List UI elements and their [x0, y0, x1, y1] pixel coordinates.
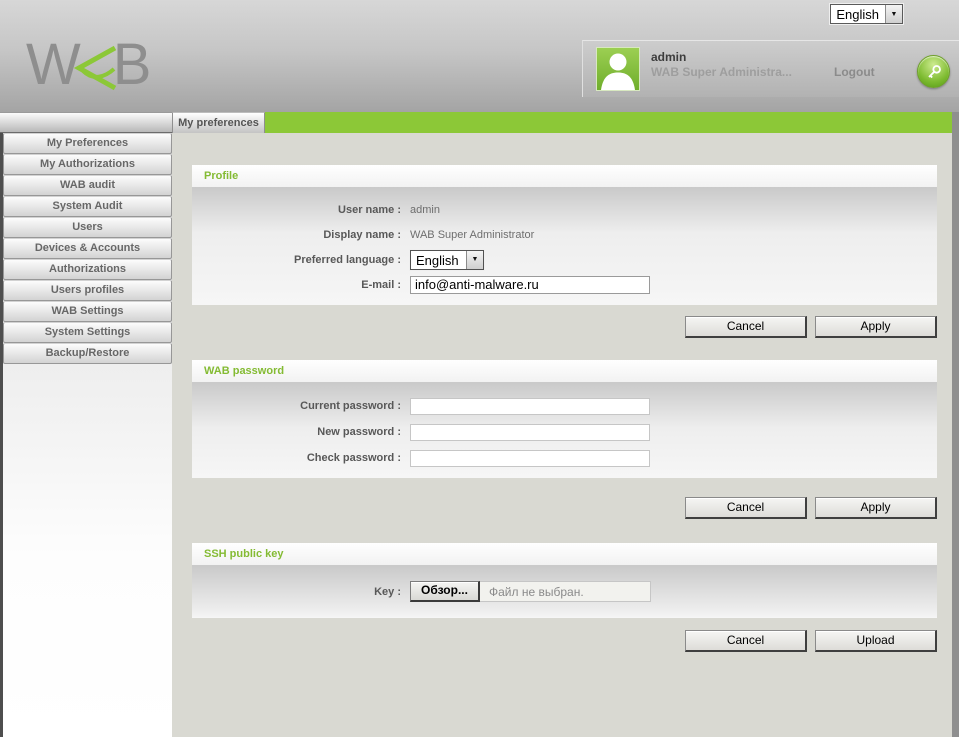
wab-password-section: WAB password Current password : New pass…	[192, 360, 937, 478]
user-name-value: admin	[410, 203, 440, 216]
logout-link[interactable]: Logout	[834, 65, 875, 79]
sidebar-item-wab-audit[interactable]: WAB audit	[3, 175, 172, 196]
user-panel: admin WAB Super Administra... Logout	[582, 40, 959, 97]
tab-bar: My preferences	[0, 112, 959, 133]
wab-password-section-title: WAB password	[192, 360, 937, 382]
key-button[interactable]	[917, 55, 950, 88]
key-icon	[927, 64, 941, 78]
wab-logo: W B	[26, 32, 152, 97]
profile-apply-button[interactable]: Apply	[815, 316, 937, 338]
preferred-language-label: Preferred language :	[294, 253, 401, 266]
display-name-value: WAB Super Administrator	[410, 228, 535, 241]
sidebar-item-my-preferences[interactable]: My Preferences	[3, 133, 172, 154]
dropdown-arrow-icon[interactable]: ▼	[466, 250, 483, 269]
check-password-label: Check password :	[306, 452, 401, 464]
tab-my-preferences[interactable]: My preferences	[172, 112, 265, 133]
password-cancel-button[interactable]: Cancel	[685, 497, 807, 519]
main-content: Profile User name : admin Display name :…	[172, 133, 952, 737]
preferred-language-select[interactable]: English ▼	[409, 248, 485, 271]
ssh-upload-button[interactable]: Upload	[815, 630, 937, 652]
user-role: WAB Super Administra...	[651, 65, 792, 79]
ssh-key-file-input[interactable]: Обзор... Файл не выбран.	[410, 580, 651, 602]
right-edge-strip	[952, 112, 959, 133]
language-select[interactable]: English ▼	[829, 3, 904, 25]
page-header: English ▼ W B admin WAB Super Administra…	[0, 0, 959, 112]
sidebar-item-wab-settings[interactable]: WAB Settings	[3, 301, 172, 322]
email-input[interactable]	[410, 275, 650, 294]
sidebar-item-system-audit[interactable]: System Audit	[3, 196, 172, 217]
profile-section-title: Profile	[192, 165, 937, 187]
new-password-label: New password :	[317, 426, 401, 438]
tab-bar-fill	[265, 112, 952, 133]
profile-section: Profile User name : admin Display name :…	[192, 165, 937, 305]
check-password-input[interactable]	[410, 449, 650, 467]
sidebar-item-users-profiles[interactable]: Users profiles	[3, 280, 172, 301]
user-name-label: User name :	[338, 203, 401, 216]
sidebar: My Preferences My Authorizations WAB aud…	[0, 133, 172, 737]
password-apply-button[interactable]: Apply	[815, 497, 937, 519]
no-file-selected-text: Файл не выбран.	[489, 584, 584, 599]
sidebar-item-system-settings[interactable]: System Settings	[3, 322, 172, 343]
sidebar-item-authorizations[interactable]: Authorizations	[3, 259, 172, 280]
sidebar-item-my-authorizations[interactable]: My Authorizations	[3, 154, 172, 175]
user-name: admin	[651, 50, 687, 64]
ssh-cancel-button[interactable]: Cancel	[685, 630, 807, 652]
sidebar-item-users[interactable]: Users	[3, 217, 172, 238]
avatar	[596, 47, 640, 91]
person-icon	[601, 53, 635, 90]
profile-cancel-button[interactable]: Cancel	[685, 316, 807, 338]
sidebar-item-backup-restore[interactable]: Backup/Restore	[3, 343, 172, 364]
current-password-label: Current password :	[300, 400, 401, 412]
dropdown-arrow-icon[interactable]: ▼	[885, 5, 902, 23]
logo-letter-b: B	[112, 32, 152, 97]
display-name-label: Display name :	[323, 228, 401, 241]
current-password-input[interactable]	[410, 397, 650, 415]
ssh-key-label: Key :	[374, 585, 401, 598]
sidebar-item-devices-accounts[interactable]: Devices & Accounts	[3, 238, 172, 259]
browse-button[interactable]: Обзор...	[410, 580, 480, 602]
ssh-key-section: SSH public key Key : Обзор... Файл не вы…	[192, 543, 937, 618]
tab-bar-left-strip	[0, 112, 172, 133]
new-password-input[interactable]	[410, 423, 650, 441]
right-edge-strip	[952, 133, 959, 737]
ssh-key-section-title: SSH public key	[192, 543, 937, 565]
email-label: E-mail :	[361, 278, 401, 291]
preferred-language-value: English	[416, 252, 459, 268]
language-select-value: English	[836, 7, 879, 22]
